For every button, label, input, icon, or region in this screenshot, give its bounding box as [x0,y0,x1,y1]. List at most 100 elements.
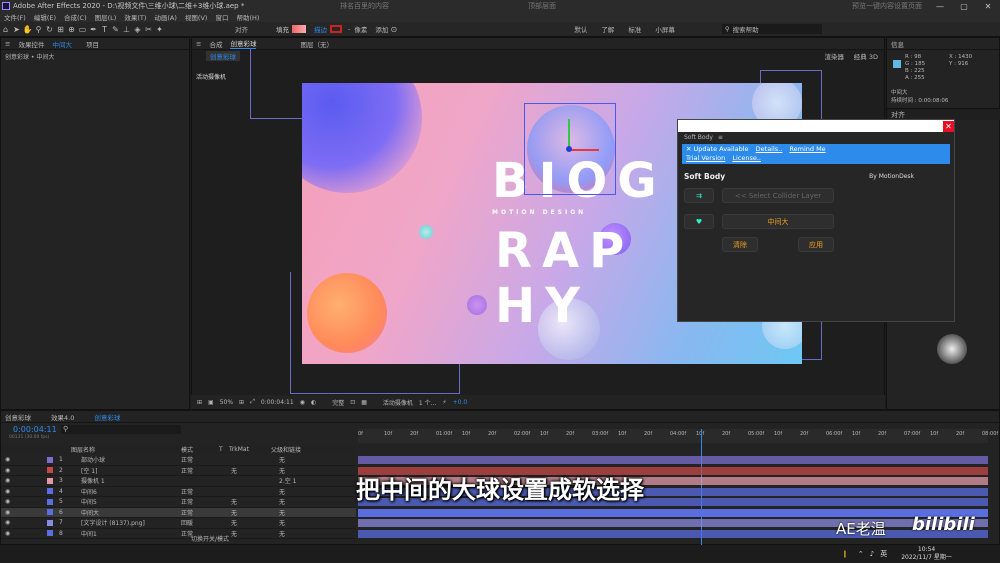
apply-button[interactable]: 应用 [798,237,834,252]
maximize-button[interactable]: ▢ [952,0,976,12]
align-title[interactable]: 对齐 [891,110,905,120]
fast-preview-icon[interactable]: ⚡ [442,399,446,406]
camera-select[interactable]: 活动摄像机 [383,398,413,407]
layer-name[interactable]: [文字设计 (8137).png] [81,518,145,527]
layer-duration-bar[interactable] [358,508,988,517]
rectangle-tool-icon[interactable]: ▭ [77,24,88,35]
banner-close-icon[interactable]: ✕ [686,145,691,153]
layer-row[interactable]: ◉ 6 中间大 正常 无 无 [1,507,356,518]
y-axis-gizmo[interactable] [568,119,570,147]
clone-tool-icon[interactable]: ⊥ [121,24,132,35]
eraser-tool-icon[interactable]: ◈ [132,24,143,35]
layer-row[interactable]: ◉ 8 中间1 正常无无 [1,529,356,539]
comp-menu-icon[interactable]: ≡ [196,40,201,48]
layer-trkmat[interactable]: 无 [231,529,237,538]
renderer-label[interactable]: 渲染器 [825,51,845,61]
layer-parent[interactable]: 无 [279,529,285,538]
search-help-field[interactable]: ⚲ 搜索帮助 [721,24,822,34]
plugin-close-button[interactable]: ✕ [943,120,954,132]
fit-icon[interactable]: ⤢ [250,398,255,406]
workspace-item[interactable]: 标准 [628,24,641,34]
menu-item[interactable]: 窗口 [215,12,228,22]
remind-link[interactable]: Remind Me [789,145,825,153]
layer-duration-bar[interactable] [358,519,988,527]
tab-comp-active[interactable]: 创意彩球 [230,38,257,49]
layer-row[interactable]: ◉ 7 [文字设计 (8137).png] 回暖 无 无 [1,518,356,529]
preview-icon[interactable]: ⊞ [197,399,202,406]
menu-item[interactable]: 合成(C) [64,12,87,22]
layer-trkmat[interactable]: 无 [231,508,237,517]
tab-effects-layer[interactable]: 中间大 [52,39,72,49]
visibility-icon[interactable]: ◉ [5,509,10,516]
snapshot-icon[interactable]: ◉ [300,399,305,406]
tab-layer-none[interactable]: 图层（无） [300,39,333,49]
hand-tool-icon[interactable]: ✋ [22,24,33,35]
label-color[interactable] [47,456,53,463]
home-icon[interactable]: ⌂ [0,24,11,35]
close-window-button[interactable]: ✕ [976,0,1000,12]
puppet-tool-icon[interactable]: ✦ [154,24,165,35]
add-label[interactable]: 添加 [375,24,388,34]
minimize-button[interactable]: — [928,0,952,12]
stroke-swatch[interactable] [330,25,342,33]
views-select[interactable]: 1 个... [419,398,436,407]
add-icon[interactable]: ⊙ [388,24,399,35]
fill-swatch[interactable] [292,25,306,33]
menu-item[interactable]: 编辑(E) [34,12,56,22]
layer-mode[interactable]: 正常 [181,455,193,464]
tab-effects-controls[interactable]: 效果控件 [18,39,44,49]
comp-subtab[interactable]: 创意彩球 [206,51,240,61]
resolution-icon[interactable]: ▣ [208,399,214,406]
workspace-item[interactable]: 小屏幕 [655,24,675,34]
layer-parent[interactable]: 无 [279,518,285,527]
details-link[interactable]: Details.. [756,145,783,153]
timeline-search-field[interactable]: ⚲ [61,425,181,434]
visibility-icon[interactable]: ◉ [5,530,10,537]
plugin-tab-title[interactable]: Soft Body [684,134,713,141]
license-link[interactable]: License.. [732,154,761,162]
stroke-width[interactable]: - [348,25,350,33]
viewer-timecode[interactable]: 0:00:04:11 [261,399,294,406]
collider-icon-button[interactable]: ⇉ [684,188,714,203]
menu-item[interactable]: 动画(A) [154,12,177,22]
type-tool-icon[interactable]: T [99,24,110,35]
zoom-level[interactable]: 50% [220,399,233,406]
pen-tool-icon[interactable]: ✒ [88,24,99,35]
exposure-value[interactable]: +0.0 [453,399,468,406]
x-axis-gizmo[interactable] [569,149,599,151]
clock[interactable]: 10:54 2022/11/7 星期一 [901,546,952,562]
layer-duration-bar[interactable] [358,529,988,538]
menu-item[interactable]: 图层(L) [95,12,117,22]
label-color[interactable] [47,519,53,526]
volume-icon[interactable]: ♪ [870,550,874,558]
tab-project[interactable]: 项目 [86,39,99,49]
menu-item[interactable]: 视图(V) [185,12,208,22]
align-checkbox-label[interactable]: 对齐 [235,24,248,34]
brush-tool-icon[interactable]: ✎ [110,24,121,35]
layer-name[interactable]: 中间1 [81,529,97,538]
label-color[interactable] [47,530,53,537]
workspace-item[interactable]: 了解 [601,24,614,34]
timeline-tab[interactable]: 效果4.0 [51,412,74,422]
pan-behind-tool-icon[interactable]: ⊕ [66,24,77,35]
rotate-tool-icon[interactable]: ↻ [44,24,55,35]
layer-trkmat[interactable]: 无 [231,518,237,527]
quality-select[interactable]: 完整 [332,398,344,407]
menu-item[interactable]: 文件(F) [4,12,26,22]
timeline-tab[interactable]: 创意彩球 [94,412,120,422]
timeline-tab[interactable]: 创意彩球 [5,412,31,422]
info-title[interactable]: 信息 [891,39,904,49]
transparency-icon[interactable]: ▦ [361,399,367,406]
layer-duration-bar[interactable] [358,456,988,464]
visibility-icon[interactable]: ◉ [5,456,10,463]
zoom-tool-icon[interactable]: ⚲ [33,24,44,35]
layer-name[interactable]: 中间大 [81,508,99,517]
layer-mode[interactable]: 回暖 [181,518,193,527]
layer-name[interactable]: 部动小球 [81,455,105,464]
ime-indicator[interactable]: 英 [880,549,887,559]
trial-link[interactable]: Trial Version [686,154,725,162]
label-color[interactable] [47,509,53,516]
region-icon[interactable]: ⊡ [350,399,355,406]
layer-parent[interactable]: 无 [279,455,285,464]
layer-row[interactable]: ◉ 1 部动小球 正常 无 [1,455,356,466]
